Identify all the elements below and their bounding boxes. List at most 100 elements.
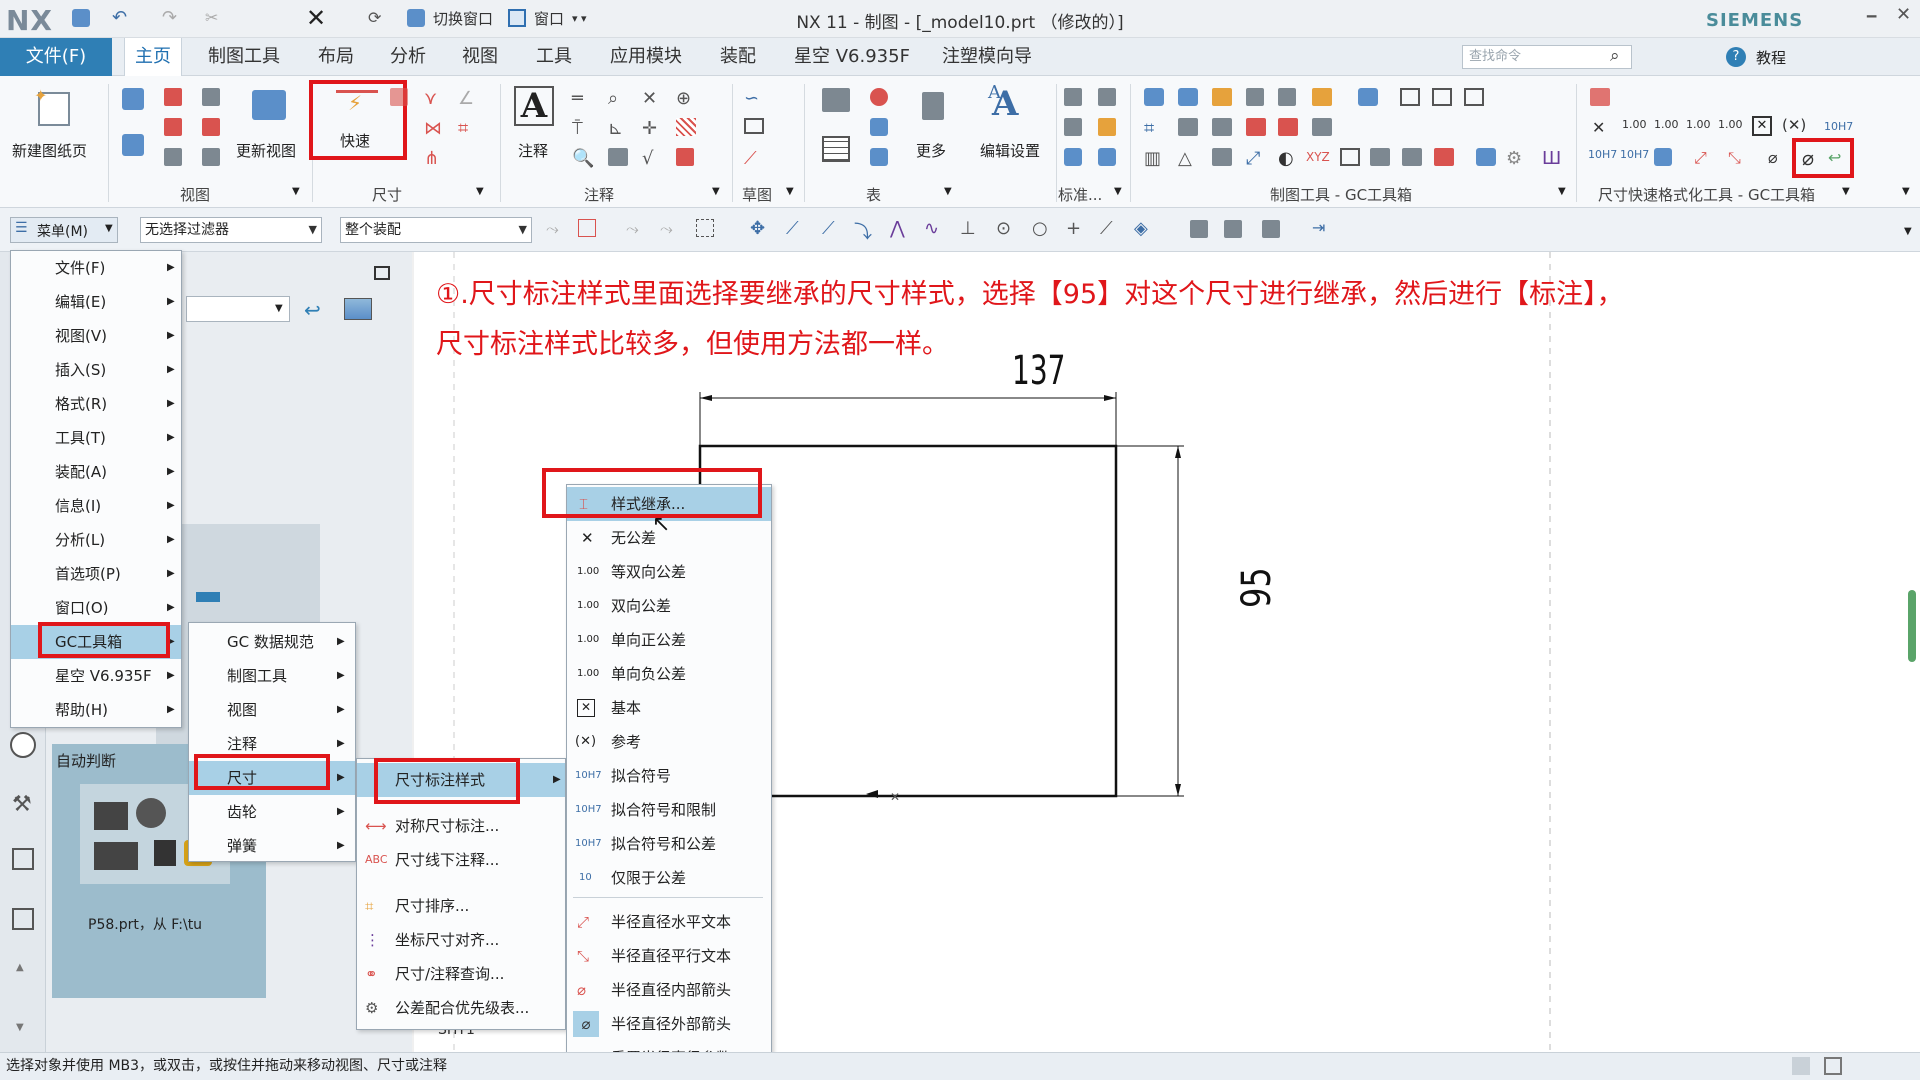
base-view-icon[interactable]	[122, 88, 144, 110]
menu-item-drafting-tools[interactable]: 制图工具 ▶	[189, 659, 355, 693]
close-window-icon[interactable]: ✕	[1896, 4, 1911, 25]
image-icon[interactable]	[608, 148, 628, 166]
hatch-icon[interactable]	[676, 118, 696, 136]
menu-item-tolerance-only[interactable]: 10 仅限于公差	[567, 861, 771, 895]
snap-point-icon[interactable]: ✥	[750, 218, 772, 240]
dqf-fit-1[interactable]: 10H7	[1824, 120, 1853, 133]
menu-item-dim-query[interactable]: ⚭ 尺寸/注释查询...	[357, 957, 565, 991]
snap-intersection-icon[interactable]: ⋀	[890, 218, 912, 240]
gc-tool-icon-28[interactable]: ⚙	[1506, 148, 1528, 170]
gc-tool-icon-29[interactable]: Ш	[1542, 148, 1564, 170]
edit-settings-button[interactable]: A A 编辑设置	[974, 82, 1054, 172]
view-icon-3[interactable]	[1262, 220, 1280, 238]
menu-item-insert[interactable]: 插入(S) ▶	[11, 353, 181, 387]
menu-item-spring[interactable]: 弹簧 ▶	[189, 829, 355, 863]
gc-tool-icon-8[interactable]	[1400, 88, 1420, 106]
menu-item-format[interactable]: 格式(R) ▶	[11, 387, 181, 421]
tab-layout[interactable]: 布局	[308, 38, 364, 76]
annotation-group-dropdown-icon[interactable]: ▼	[712, 186, 720, 197]
sketch-rect-icon[interactable]	[744, 118, 764, 134]
help-label[interactable]: 教程	[1756, 47, 1786, 68]
menu-item-reference[interactable]: (✕) 参考	[567, 725, 771, 759]
dqf-radius-parallel-icon[interactable]: ⤡	[1728, 148, 1750, 170]
dqf-no-tolerance-icon[interactable]: ✕	[1592, 118, 1614, 140]
datum-feature-icon[interactable]: ⌕	[608, 88, 630, 110]
menu-item-tools[interactable]: 工具(T) ▶	[11, 421, 181, 455]
menu-item-window[interactable]: 窗口(O) ▶	[11, 591, 181, 625]
gc-tool-icon-16[interactable]	[1312, 118, 1332, 136]
gc-tool-icon-21[interactable]: ◐	[1278, 148, 1300, 170]
menu-item-info[interactable]: 信息(I) ▶	[11, 489, 181, 523]
sketch-line-icon[interactable]: ⟋	[744, 148, 766, 170]
gc-tool-icon-25[interactable]	[1402, 148, 1422, 166]
gc-tool-icon-1[interactable]	[1144, 88, 1164, 106]
dqf-tol-4[interactable]: 1.00	[1718, 118, 1743, 131]
more-button[interactable]: 更多	[904, 82, 960, 172]
snap-existing-icon[interactable]: ◈	[1134, 218, 1156, 240]
panel-dropdown[interactable]: ▼	[186, 296, 290, 322]
help-icon[interactable]: ?	[1726, 47, 1746, 67]
arc-length-dim-icon[interactable]: ⋔	[424, 148, 446, 170]
radial-dim-icon[interactable]: ⋎	[424, 88, 446, 110]
tab-mold-wizard[interactable]: 注塑模向导	[932, 38, 1042, 76]
gc-tool-icon-27[interactable]	[1476, 148, 1496, 166]
selection-filter-select[interactable]: 无选择过滤器 ▼	[140, 217, 322, 243]
view-align-icon[interactable]	[164, 148, 182, 166]
table-edit-icon[interactable]	[870, 148, 888, 166]
menu-item-gc-data-spec[interactable]: GC 数据规范 ▶	[189, 625, 355, 659]
break-view-icon[interactable]	[202, 118, 220, 136]
dqf-radius-horiz-icon[interactable]: ⤢	[1694, 148, 1716, 170]
gc-tool-icon-17[interactable]: ▥	[1144, 148, 1166, 170]
menu-item-unilateral-minus[interactable]: 1.00 单向负公差	[567, 657, 771, 691]
dqf-icon-top[interactable]	[1590, 88, 1610, 106]
dqf-fit-limit-icon[interactable]	[1654, 148, 1672, 166]
centerline-icon[interactable]: ✛	[642, 118, 664, 140]
projected-view-icon[interactable]	[164, 88, 182, 106]
menu-item-assembly[interactable]: 装配(A) ▶	[11, 455, 181, 489]
menu-item-edit[interactable]: 编辑(E) ▶	[11, 285, 181, 319]
menu-item-analysis[interactable]: 分析(L) ▶	[11, 523, 181, 557]
menu-item-equal-bilateral[interactable]: 1.00 等双向公差	[567, 555, 771, 589]
stamp-icon[interactable]	[676, 148, 694, 166]
part-navigator-icon[interactable]	[12, 848, 34, 870]
tab-home[interactable]: 主页	[124, 38, 182, 77]
gc-tool-icon-3[interactable]	[1212, 88, 1232, 106]
tab-assembly[interactable]: 装配	[710, 38, 766, 76]
gc-tool-icon-12[interactable]	[1178, 118, 1198, 136]
gc-tool-icon-10[interactable]	[1464, 88, 1484, 106]
tab-drafting-tools[interactable]: 制图工具	[198, 38, 290, 76]
menu-item-symmetric-dim[interactable]: ⟷ 对称尺寸标注...	[357, 809, 565, 843]
detail-view-icon[interactable]	[202, 88, 220, 106]
sketch-group-dropdown-icon[interactable]: ▼	[786, 186, 794, 197]
menu-item-gc-view[interactable]: 视图 ▶	[189, 693, 355, 727]
snap-endpoint-icon[interactable]: ⟋	[786, 218, 808, 240]
menu-item-file[interactable]: 文件(F) ▶	[11, 251, 181, 285]
menu-item-preferences[interactable]: 首选项(P) ▶	[11, 557, 181, 591]
dqf-diameter-outside-icon[interactable]: ⌀	[1802, 146, 1824, 170]
snap-icon-4[interactable]: ⤳	[660, 219, 682, 241]
snap-center-icon[interactable]: ⊙	[996, 218, 1018, 240]
vertical-scrollbar[interactable]	[1908, 590, 1916, 662]
angular-dim-icon[interactable]: ∠	[458, 88, 480, 110]
box-select-icon[interactable]	[696, 219, 714, 237]
dqf-fit-3[interactable]: 10H7	[1620, 148, 1649, 161]
menu-item-dim-sort[interactable]: ⌗ 尺寸排序...	[357, 889, 565, 923]
menu-item-xingkong[interactable]: 星空 V6.935F ▶	[11, 659, 181, 693]
parts-list-icon[interactable]	[822, 136, 850, 162]
snap-curve-icon[interactable]: ∿	[924, 218, 946, 240]
view-creation-icon[interactable]	[122, 134, 144, 156]
gc-tool-icon-9[interactable]	[1432, 88, 1452, 106]
snap-perpendicular-icon[interactable]: ⊥	[960, 218, 982, 240]
target-point-icon[interactable]: ⊕	[676, 88, 698, 110]
gc-tool-icon-15[interactable]	[1278, 118, 1298, 136]
std-icon-2[interactable]	[1098, 88, 1116, 106]
gc-tool-icon-7[interactable]	[1358, 88, 1378, 106]
table-note-icon[interactable]	[822, 88, 850, 112]
menu-button[interactable]: ☰ 菜单(M) ▼	[10, 217, 118, 243]
menu-item-gear[interactable]: 齿轮 ▶	[189, 795, 355, 829]
page-icon[interactable]	[12, 908, 34, 930]
gc-tool-icon-14[interactable]	[1246, 118, 1266, 136]
dim-95-text[interactable]: 95	[1234, 567, 1280, 608]
gc-tool-icon-24[interactable]	[1370, 148, 1390, 166]
tab-tools[interactable]: 工具	[526, 38, 582, 76]
